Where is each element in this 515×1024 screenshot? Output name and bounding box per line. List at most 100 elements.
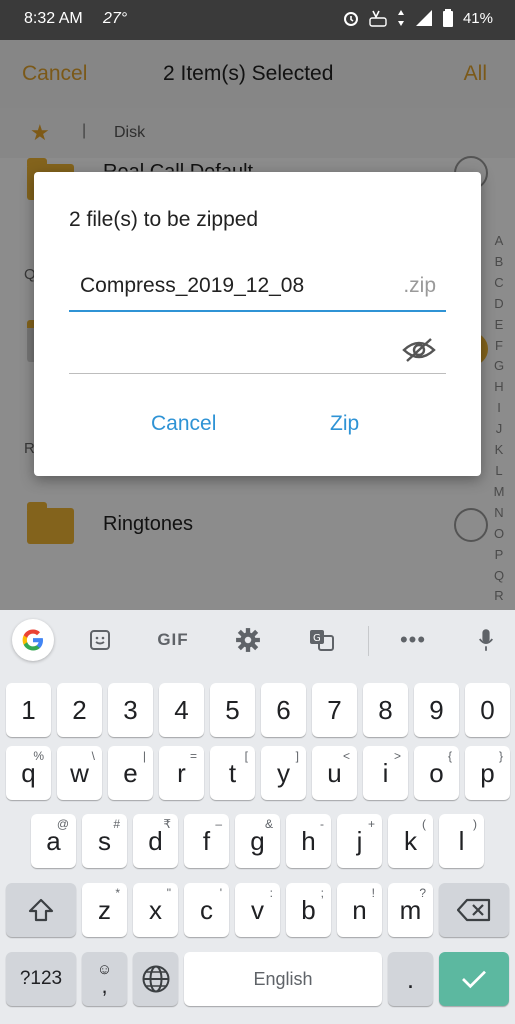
key-1[interactable]: 1	[6, 683, 51, 737]
dialog-zip-button[interactable]: Zip	[330, 412, 359, 436]
checkmark-icon	[462, 970, 486, 989]
backspace-icon	[457, 898, 491, 922]
key-hint: ;	[320, 886, 324, 900]
microphone-icon[interactable]	[474, 625, 498, 655]
filename-input[interactable]: Compress_2019_12_08 .zip	[69, 268, 446, 312]
shift-key[interactable]	[6, 883, 76, 937]
key-hint: *	[115, 886, 120, 900]
key-d[interactable]: d ₹	[133, 814, 178, 868]
period-key[interactable]: .	[388, 952, 433, 1006]
key-y[interactable]: y]	[261, 746, 306, 800]
key-4[interactable]: 4	[159, 683, 204, 737]
status-bar: 8:32 AM 27° 41%	[0, 0, 515, 40]
key-label: j	[356, 825, 363, 856]
key-a[interactable]: a @	[31, 814, 76, 868]
key-hint: !	[371, 886, 375, 900]
sticker-icon[interactable]	[86, 625, 114, 655]
key-v[interactable]: v:	[235, 883, 280, 937]
key-8[interactable]: 8	[363, 683, 408, 737]
battery-percent: 41%	[462, 9, 493, 27]
keyboard: GIF G ••• 1 2 3 4 5 6 7 8 9 0 q% w \ e | r…	[0, 610, 515, 1024]
key-e[interactable]: e |	[108, 746, 153, 800]
symbols-key[interactable]: ?123	[6, 952, 76, 1006]
key-hint: "	[166, 886, 171, 900]
emoji-comma-key[interactable]: ☺ ,	[82, 952, 127, 1006]
key-label: h	[301, 825, 316, 856]
key-z[interactable]: z *	[82, 883, 127, 937]
key-p[interactable]: p}	[465, 746, 510, 800]
key-f[interactable]: f –	[184, 814, 229, 868]
key-c[interactable]: c '	[184, 883, 229, 937]
key-label: f	[202, 825, 211, 856]
key-u[interactable]: u <	[312, 746, 357, 800]
key-hint: |	[142, 749, 146, 763]
key-r[interactable]: r =	[159, 746, 204, 800]
key-x[interactable]: x "	[133, 883, 178, 937]
key-label: z	[98, 894, 111, 925]
key-hint: #	[113, 817, 120, 831]
key-6[interactable]: 6	[261, 683, 306, 737]
key-h[interactable]: h-	[286, 814, 331, 868]
key-label: y	[277, 757, 290, 788]
key-0[interactable]: 0	[465, 683, 510, 737]
key-s[interactable]: s #	[82, 814, 127, 868]
key-b[interactable]: b;	[286, 883, 331, 937]
dialog-title: 2 file(s) to be zipped	[69, 208, 259, 231]
key-2[interactable]: 2	[57, 683, 102, 737]
key-g[interactable]: g &	[235, 814, 280, 868]
key-hint: <	[342, 749, 350, 763]
key-7[interactable]: 7	[312, 683, 357, 737]
key-hint: ]	[295, 749, 299, 763]
key-hint: '	[219, 886, 222, 900]
key-m[interactable]: m?	[388, 883, 433, 937]
space-key[interactable]: English	[184, 952, 382, 1006]
key-hint: @	[56, 817, 69, 831]
key-j[interactable]: j +	[337, 814, 382, 868]
toolbar-divider	[368, 626, 369, 656]
dialog-cancel-button[interactable]: Cancel	[151, 412, 216, 436]
key-hint: {	[447, 749, 452, 763]
key-n[interactable]: n!	[337, 883, 382, 937]
key-label: s	[98, 825, 111, 856]
key-w[interactable]: w \	[57, 746, 102, 800]
key-hint: –	[215, 817, 222, 831]
battery-icon	[442, 9, 453, 27]
key-hint: [	[244, 749, 248, 763]
key-o[interactable]: o{	[414, 746, 459, 800]
enter-key[interactable]	[439, 952, 509, 1006]
signal-icon	[415, 10, 432, 26]
key-label: k	[404, 825, 417, 856]
key-k[interactable]: k(	[388, 814, 433, 868]
shift-icon	[28, 898, 54, 922]
key-5[interactable]: 5	[210, 683, 255, 737]
key-q[interactable]: q%	[6, 746, 51, 800]
key-label: w	[70, 757, 89, 788]
zip-dialog: 2 file(s) to be zipped Compress_2019_12_…	[34, 172, 481, 476]
key-label: b	[301, 894, 316, 925]
more-icon[interactable]: •••	[398, 625, 428, 655]
gif-button[interactable]: GIF	[155, 625, 191, 655]
language-key[interactable]	[133, 952, 178, 1006]
zip-extension: .zip	[403, 274, 436, 297]
filename-value: Compress_2019_12_08	[80, 274, 305, 297]
status-time: 8:32 AM	[24, 10, 83, 27]
key-9[interactable]: 9	[414, 683, 459, 737]
key-label: v	[251, 894, 264, 925]
key-hint: (	[422, 817, 426, 831]
eye-off-icon[interactable]	[402, 336, 436, 364]
key-label: m	[399, 894, 422, 925]
alarm-icon	[343, 12, 358, 26]
gear-icon[interactable]	[234, 625, 262, 655]
key-t[interactable]: t[	[210, 746, 255, 800]
google-icon[interactable]	[12, 619, 54, 661]
translate-icon[interactable]: G	[307, 625, 337, 655]
key-hint: ₹	[163, 817, 171, 831]
backspace-key[interactable]	[439, 883, 509, 937]
key-label: c	[200, 894, 213, 925]
keyboard-toolbar: GIF G •••	[0, 610, 515, 672]
key-hint: ?	[419, 886, 426, 900]
password-input[interactable]	[69, 328, 446, 374]
key-i[interactable]: i >	[363, 746, 408, 800]
key-3[interactable]: 3	[108, 683, 153, 737]
key-l[interactable]: l)	[439, 814, 484, 868]
